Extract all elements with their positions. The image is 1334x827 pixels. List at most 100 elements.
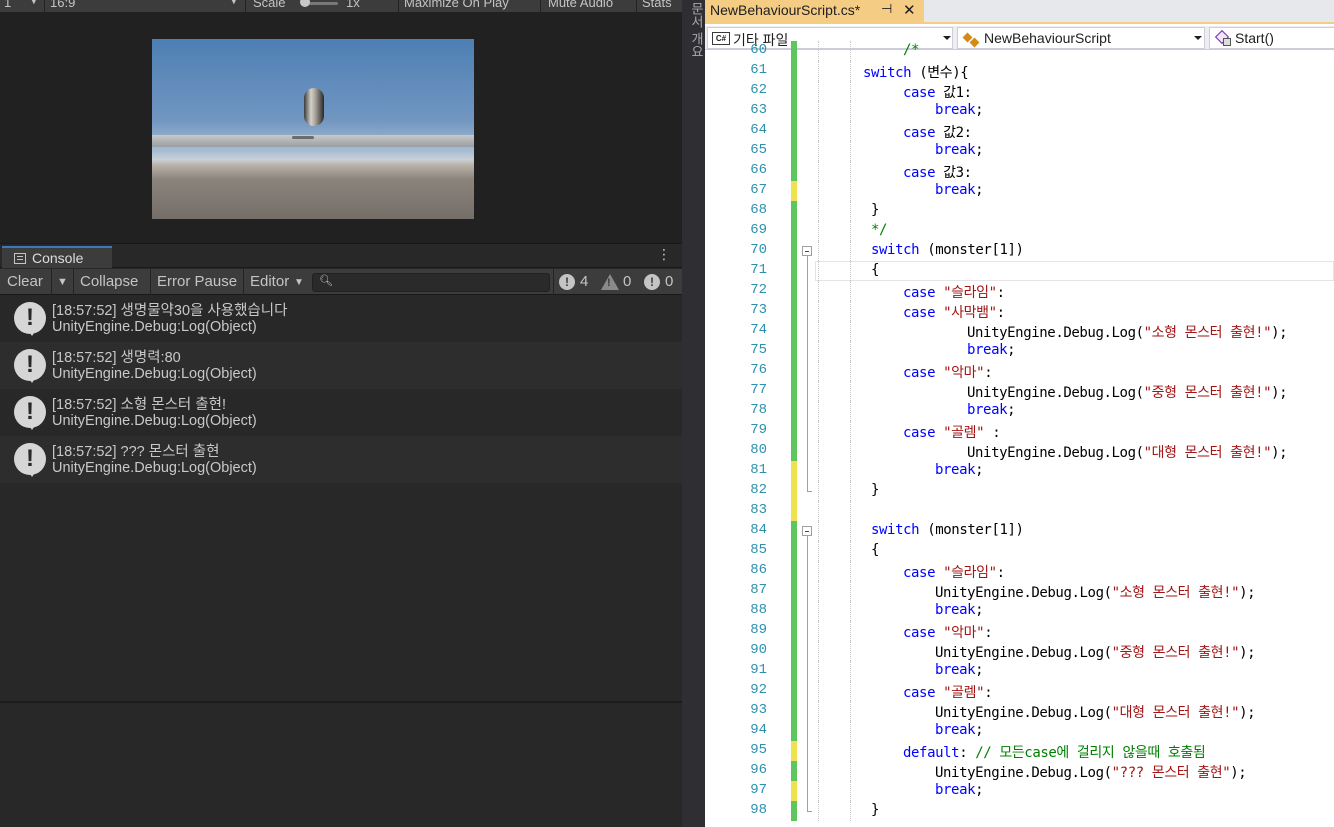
- change-indicator: [791, 801, 797, 821]
- code-line[interactable]: 66 case 값3:: [705, 161, 1334, 181]
- indent-guide: [850, 681, 851, 701]
- code-line[interactable]: 74 UnityEngine.Debug.Log("소형 몬스터 출현!");: [705, 321, 1334, 341]
- log-source: UnityEngine.Debug:Log(Object): [52, 366, 257, 382]
- code-line[interactable]: 71 {: [705, 261, 1334, 281]
- code-line[interactable]: 79 case "골렘" :: [705, 421, 1334, 441]
- indent-guide: [850, 741, 851, 761]
- code-line[interactable]: 83: [705, 501, 1334, 521]
- clear-options-dropdown-icon[interactable]: ▼: [57, 276, 68, 288]
- warning-icon[interactable]: !: [601, 274, 619, 290]
- console-detail-splitter[interactable]: [0, 701, 682, 703]
- collapse-toggle[interactable]: Collapse: [80, 273, 138, 290]
- change-indicator: [791, 401, 797, 421]
- code-line[interactable]: 68}: [705, 201, 1334, 221]
- code-line[interactable]: 96 UnityEngine.Debug.Log("??? 몬스터 출현");: [705, 761, 1334, 781]
- code-line[interactable]: 73 case "사막뱀":: [705, 301, 1334, 321]
- document-outline-label: 문서 개요: [688, 2, 703, 59]
- code-line[interactable]: 84 switch (monster[1]): [705, 521, 1334, 541]
- code-text: break;: [935, 182, 984, 198]
- line-number: 90: [750, 642, 767, 658]
- indent-guide: [850, 141, 851, 161]
- clear-button[interactable]: Clear: [7, 273, 43, 290]
- code-line[interactable]: 63 break;: [705, 101, 1334, 121]
- indent-guide: [850, 501, 851, 521]
- scale-slider-handle[interactable]: [300, 0, 310, 7]
- code-line[interactable]: 81 break;: [705, 461, 1334, 481]
- code-line[interactable]: 61 switch (변수){: [705, 61, 1334, 81]
- line-number: 89: [750, 622, 767, 638]
- collapse-region-icon[interactable]: [802, 246, 812, 256]
- mute-audio-toggle[interactable]: Mute Audio: [548, 0, 613, 10]
- code-line[interactable]: 80 UnityEngine.Debug.Log("대형 몬스터 출현!");: [705, 441, 1334, 461]
- stats-toggle[interactable]: Stats: [642, 0, 672, 10]
- line-number: 85: [750, 542, 767, 558]
- code-line[interactable]: 97 break;: [705, 781, 1334, 801]
- maximize-on-play-toggle[interactable]: Maximize On Play: [404, 0, 509, 10]
- info-icon[interactable]: !: [559, 274, 575, 290]
- code-line[interactable]: 64 case 값2:: [705, 121, 1334, 141]
- code-line[interactable]: 65 break;: [705, 141, 1334, 161]
- indent-guide: [818, 721, 819, 741]
- log-entry[interactable]: ! [18:57:52] 생명물약30을 사용했습니다 UnityEngine.…: [0, 295, 682, 342]
- error-icon[interactable]: !: [644, 274, 660, 290]
- code-line[interactable]: 69 */: [705, 221, 1334, 241]
- code-line[interactable]: 72 case "슬라임":: [705, 281, 1334, 301]
- code-editor[interactable]: 60 /* 61 switch (변수){62 case 값1: 63 break; 64 ca…: [705, 41, 1334, 827]
- indent-guide: [850, 221, 851, 241]
- more-options-icon[interactable]: ⋮: [657, 247, 671, 263]
- code-line[interactable]: 77 UnityEngine.Debug.Log("중형 몬스터 출현!");: [705, 381, 1334, 401]
- code-text: case "슬라임":: [903, 565, 1005, 581]
- line-number: 86: [750, 562, 767, 578]
- code-line[interactable]: 90 UnityEngine.Debug.Log("중형 몬스터 출현!");: [705, 641, 1334, 661]
- code-line[interactable]: 85 {: [705, 541, 1334, 561]
- aspect-ratio-dropdown[interactable]: 16:9: [50, 0, 75, 10]
- collapse-region-icon[interactable]: [802, 526, 812, 536]
- display-dropdown[interactable]: 1: [4, 0, 11, 10]
- log-entry[interactable]: ! [18:57:52] 소형 몬스터 출현! UnityEngine.Debu…: [0, 389, 682, 436]
- log-message: [18:57:52] ??? 몬스터 출현: [52, 444, 220, 460]
- code-line[interactable]: 91 break;: [705, 661, 1334, 681]
- code-line[interactable]: 87 UnityEngine.Debug.Log("소형 몬스터 출현!");: [705, 581, 1334, 601]
- tab-newbehaviourscript[interactable]: NewBehaviourScript.cs* ⊣ ✕: [705, 0, 924, 24]
- close-icon[interactable]: ✕: [903, 1, 916, 19]
- code-line[interactable]: 86 case "슬라임":: [705, 561, 1334, 581]
- error-pause-toggle[interactable]: Error Pause: [157, 273, 237, 290]
- change-indicator: [791, 281, 797, 301]
- code-text: switch (monster[1]): [871, 522, 1024, 538]
- search-input[interactable]: 🔍︎: [312, 273, 550, 292]
- code-line[interactable]: 82}: [705, 481, 1334, 501]
- code-line[interactable]: 70 switch (monster[1]): [705, 241, 1334, 261]
- game-view[interactable]: [0, 12, 682, 243]
- pin-icon[interactable]: ⊣: [881, 2, 892, 17]
- game-viewport[interactable]: [152, 39, 474, 219]
- code-line[interactable]: 98}: [705, 801, 1334, 821]
- toolbar-divider: [245, 0, 246, 12]
- change-indicator: [791, 301, 797, 321]
- change-indicator: [791, 581, 797, 601]
- code-line[interactable]: 78 break;: [705, 401, 1334, 421]
- code-line[interactable]: 67 break;: [705, 181, 1334, 201]
- code-line[interactable]: 93 UnityEngine.Debug.Log("대형 몬스터 출현!");: [705, 701, 1334, 721]
- log-message: [18:57:52] 소형 몬스터 출현!: [52, 397, 226, 413]
- log-entry[interactable]: ! [18:57:52] 생명력:80 UnityEngine.Debug:Lo…: [0, 342, 682, 389]
- line-number: 82: [750, 482, 767, 498]
- code-line[interactable]: 95 default: // 모든case에 걸리지 않을때 호출됨: [705, 741, 1334, 761]
- editor-dropdown[interactable]: Editor: [250, 273, 289, 290]
- change-indicator: [791, 341, 797, 361]
- log-entry[interactable]: ! [18:57:52] ??? 몬스터 출현 UnityEngine.Debu…: [0, 436, 682, 483]
- log-list: ! [18:57:52] 생명물약30을 사용했습니다 UnityEngine.…: [0, 295, 682, 483]
- code-line[interactable]: 75 break;: [705, 341, 1334, 361]
- chevron-down-icon: ▼: [30, 0, 38, 6]
- document-outline-strip[interactable]: 문서 개요: [682, 0, 705, 827]
- code-line[interactable]: 88 break;: [705, 601, 1334, 621]
- code-line[interactable]: 92 case "골렘":: [705, 681, 1334, 701]
- code-line[interactable]: 76 case "악마":: [705, 361, 1334, 381]
- tab-console[interactable]: Console: [2, 246, 112, 268]
- code-line[interactable]: 60 /*: [705, 41, 1334, 61]
- code-line[interactable]: 94 break;: [705, 721, 1334, 741]
- code-line[interactable]: 89 case "악마":: [705, 621, 1334, 641]
- indent-guide: [818, 261, 819, 281]
- line-number: 72: [750, 282, 767, 298]
- code-line[interactable]: 62 case 값1:: [705, 81, 1334, 101]
- indent-guide: [850, 481, 851, 501]
